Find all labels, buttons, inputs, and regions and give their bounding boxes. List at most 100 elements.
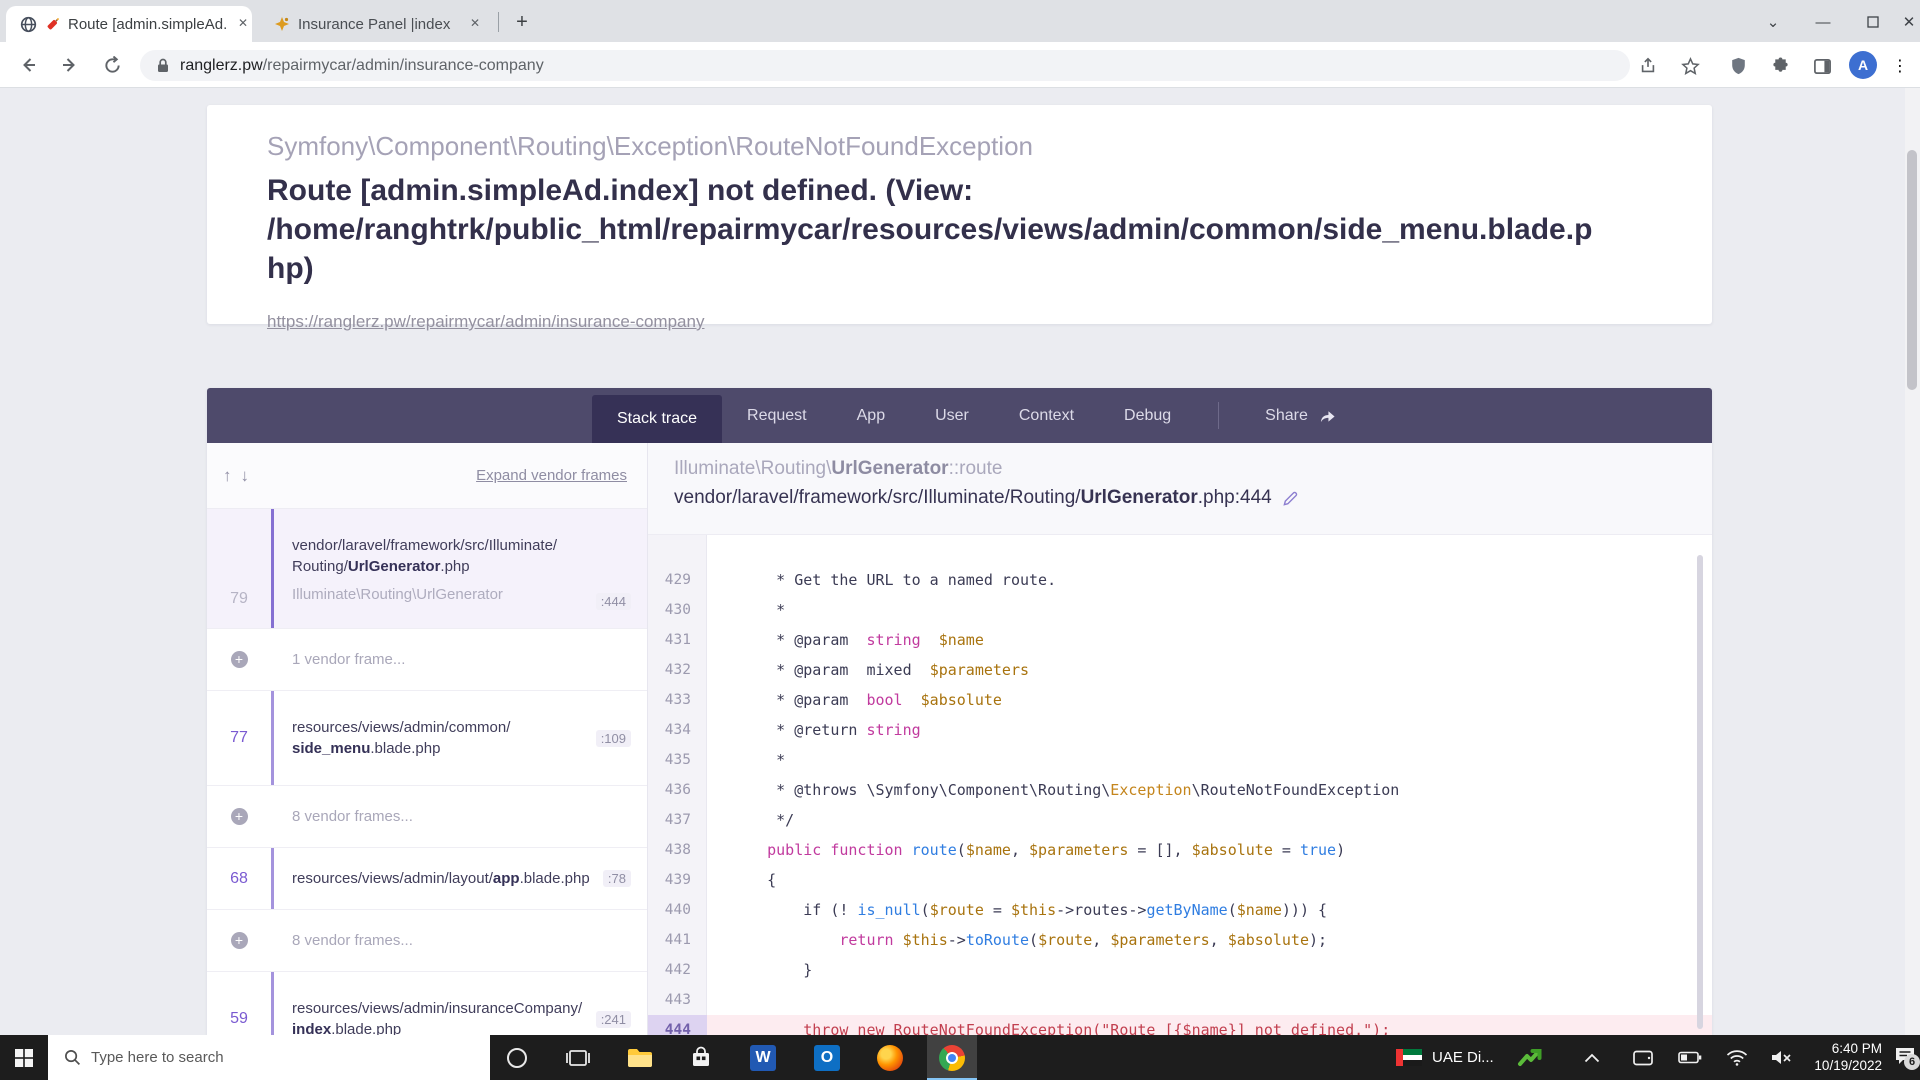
line-number: 439 — [648, 865, 707, 895]
code-line: 444 throw new RouteNotFoundException("Ro… — [648, 1015, 1712, 1035]
start-button[interactable] — [0, 1035, 48, 1080]
frame-number: 59 — [230, 1010, 248, 1028]
stack-frame[interactable]: 68resources/views/admin/layout/app.blade… — [207, 848, 647, 910]
stack-frames-sidebar: ↑ ↓ Expand vendor frames 79vendor/larave… — [207, 443, 648, 1035]
taskbar-word-icon[interactable]: W — [738, 1035, 788, 1080]
code-line: 433 * @param bool $absolute — [648, 685, 1712, 715]
padlock-icon[interactable] — [156, 58, 170, 73]
frame-file-path: resources/views/admin/insuranceCompany/i… — [292, 998, 586, 1035]
tray-tablet-mode-icon[interactable] — [1622, 1035, 1664, 1080]
code-line: 439 { — [648, 865, 1712, 895]
vendor-frames-toggle[interactable]: +8 vendor frames... — [207, 910, 647, 972]
line-number: 437 — [648, 805, 707, 835]
stack-frame[interactable]: 59 resources/views/admin/insuranceCompany… — [207, 972, 647, 1035]
vendor-frames-toggle[interactable]: +1 vendor frame... — [207, 629, 647, 691]
tray-chevron-up-icon[interactable] — [1572, 1035, 1612, 1080]
page-scrollbar[interactable] — [1905, 88, 1920, 1035]
flare-body: ↑ ↓ Expand vendor frames 79vendor/larave… — [207, 443, 1712, 1035]
frame-file-path: resources/views/admin/common/side_menu.b… — [292, 717, 586, 759]
search-icon — [64, 1049, 81, 1066]
stack-frame[interactable]: 79vendor/laravel/framework/src/Illuminat… — [207, 509, 647, 629]
vendor-frames-toggle[interactable]: +8 vendor frames... — [207, 786, 647, 848]
clock-date: 10/19/2022 — [1800, 1057, 1882, 1074]
address-bar[interactable]: ranglerz.pw/repairmycar/admin/insurance-… — [140, 50, 1630, 81]
tab-search-chevron-icon[interactable]: ⌄ — [1750, 8, 1796, 36]
flare-tab-debug[interactable]: Debug — [1099, 388, 1196, 443]
flare-tab-context[interactable]: Context — [994, 388, 1099, 443]
page-scrollbar-thumb[interactable] — [1907, 150, 1917, 390]
expand-vendor-frames-link[interactable]: Expand vendor frames — [476, 467, 627, 484]
reload-button[interactable] — [96, 49, 128, 81]
taskbar-store-icon[interactable] — [676, 1035, 726, 1080]
exception-url-link[interactable]: https://ranglerz.pw/repairmycar/admin/in… — [267, 312, 704, 332]
frame-line-ref: :78 — [603, 848, 647, 909]
tray-trending-app-icon[interactable] — [1508, 1035, 1552, 1080]
extensions-puzzle-icon[interactable] — [1764, 50, 1796, 82]
shield-extension-icon[interactable] — [1722, 50, 1754, 82]
taskbar-chrome-icon[interactable] — [927, 1035, 977, 1080]
line-number: 432 — [648, 655, 707, 685]
line-number: 434 — [648, 715, 707, 745]
new-tab-button[interactable]: + — [508, 9, 536, 37]
expand-plus-icon[interactable]: + — [231, 808, 248, 825]
tab-close-icon[interactable]: ✕ — [234, 15, 252, 33]
bookmark-star-icon[interactable] — [1674, 50, 1706, 82]
flare-nav-tabs: Stack traceRequestAppUserContextDebug — [592, 388, 1196, 443]
line-number: 442 — [648, 955, 707, 985]
profile-avatar[interactable]: A — [1849, 51, 1877, 79]
tray-battery-icon[interactable] — [1668, 1035, 1712, 1080]
code-line: 440 if (! is_null($route = $this->routes… — [648, 895, 1712, 925]
code-line: 443 — [648, 985, 1712, 1015]
stack-frame[interactable]: 77resources/views/admin/common/side_menu… — [207, 691, 647, 786]
taskbar-taskview-icon[interactable] — [553, 1035, 603, 1080]
tab-close-icon[interactable]: ✕ — [466, 15, 484, 33]
expand-plus-icon[interactable]: + — [231, 651, 248, 668]
browser-tab-strip: Route [admin.simpleAd.index ✕ Insurance … — [0, 0, 1920, 42]
share-page-icon[interactable] — [1632, 50, 1664, 82]
frame-file-path: vendor/laravel/framework/src/Illuminate/… — [292, 535, 586, 577]
flare-tab-app[interactable]: App — [832, 388, 910, 443]
stack-frame-list: 79vendor/laravel/framework/src/Illuminat… — [207, 509, 647, 1035]
share-label: Share — [1265, 407, 1308, 425]
code-header: Illuminate\Routing\UrlGenerator::route v… — [648, 443, 1712, 535]
page-viewport: Symfony\Component\Routing\Exception\Rout… — [0, 88, 1920, 1035]
flare-tab-stack-trace[interactable]: Stack trace — [592, 395, 722, 443]
uae-flag-icon[interactable] — [1396, 1049, 1422, 1066]
tray-volume-muted-icon[interactable] — [1760, 1035, 1802, 1080]
frame-class-name: Illuminate\Routing\UrlGenerator — [292, 586, 586, 603]
window-minimize-button[interactable]: — — [1800, 8, 1846, 36]
taskbar-file-explorer-icon[interactable] — [615, 1035, 665, 1080]
taskbar-clock[interactable]: 6:40 PM 10/19/2022 — [1800, 1040, 1882, 1074]
browser-tab-active[interactable]: Route [admin.simpleAd.index ✕ — [6, 6, 252, 42]
prev-frame-arrow-icon[interactable]: ↑ — [223, 466, 232, 486]
browser-menu-kebab-icon[interactable]: ⋮ — [1884, 50, 1916, 82]
tray-wifi-icon[interactable] — [1716, 1035, 1758, 1080]
window-close-button[interactable]: ✕ — [1898, 8, 1920, 36]
next-frame-arrow-icon[interactable]: ↓ — [241, 466, 250, 486]
code-scrollbar[interactable] — [1697, 555, 1703, 1029]
code-pane: Illuminate\Routing\UrlGenerator::route v… — [648, 443, 1712, 1035]
forward-button[interactable] — [54, 49, 86, 81]
share-button[interactable]: Share — [1241, 388, 1361, 443]
line-number: 431 — [648, 625, 707, 655]
taskbar-search-box[interactable] — [48, 1035, 490, 1080]
keyboard-language-label[interactable]: UAE Di... — [1432, 1035, 1494, 1080]
taskbar-outlook-icon[interactable]: O — [802, 1035, 852, 1080]
edit-pencil-icon[interactable] — [1282, 490, 1299, 507]
search-input[interactable] — [91, 1049, 431, 1066]
frame-line-ref: :241 — [596, 972, 647, 1035]
browser-toolbar: ranglerz.pw/repairmycar/admin/insurance-… — [0, 42, 1920, 88]
back-button[interactable] — [12, 49, 44, 81]
flare-tab-request[interactable]: Request — [722, 388, 832, 443]
flare-nav: Stack traceRequestAppUserContextDebug Sh… — [207, 388, 1712, 443]
flare-tab-user[interactable]: User — [910, 388, 994, 443]
share-arrow-icon — [1318, 408, 1337, 424]
window-maximize-button[interactable] — [1850, 8, 1896, 36]
side-panel-icon[interactable] — [1806, 50, 1838, 82]
action-center-icon[interactable]: 6 — [1890, 1035, 1920, 1080]
expand-plus-icon[interactable]: + — [231, 932, 248, 949]
taskbar-firefox-icon[interactable] — [865, 1035, 915, 1080]
browser-tab-inactive[interactable]: Insurance Panel |index ✕ — [262, 6, 498, 42]
desktop: Route [admin.simpleAd.index ✕ Insurance … — [0, 0, 1920, 1080]
taskbar-cortana-icon[interactable] — [492, 1035, 542, 1080]
